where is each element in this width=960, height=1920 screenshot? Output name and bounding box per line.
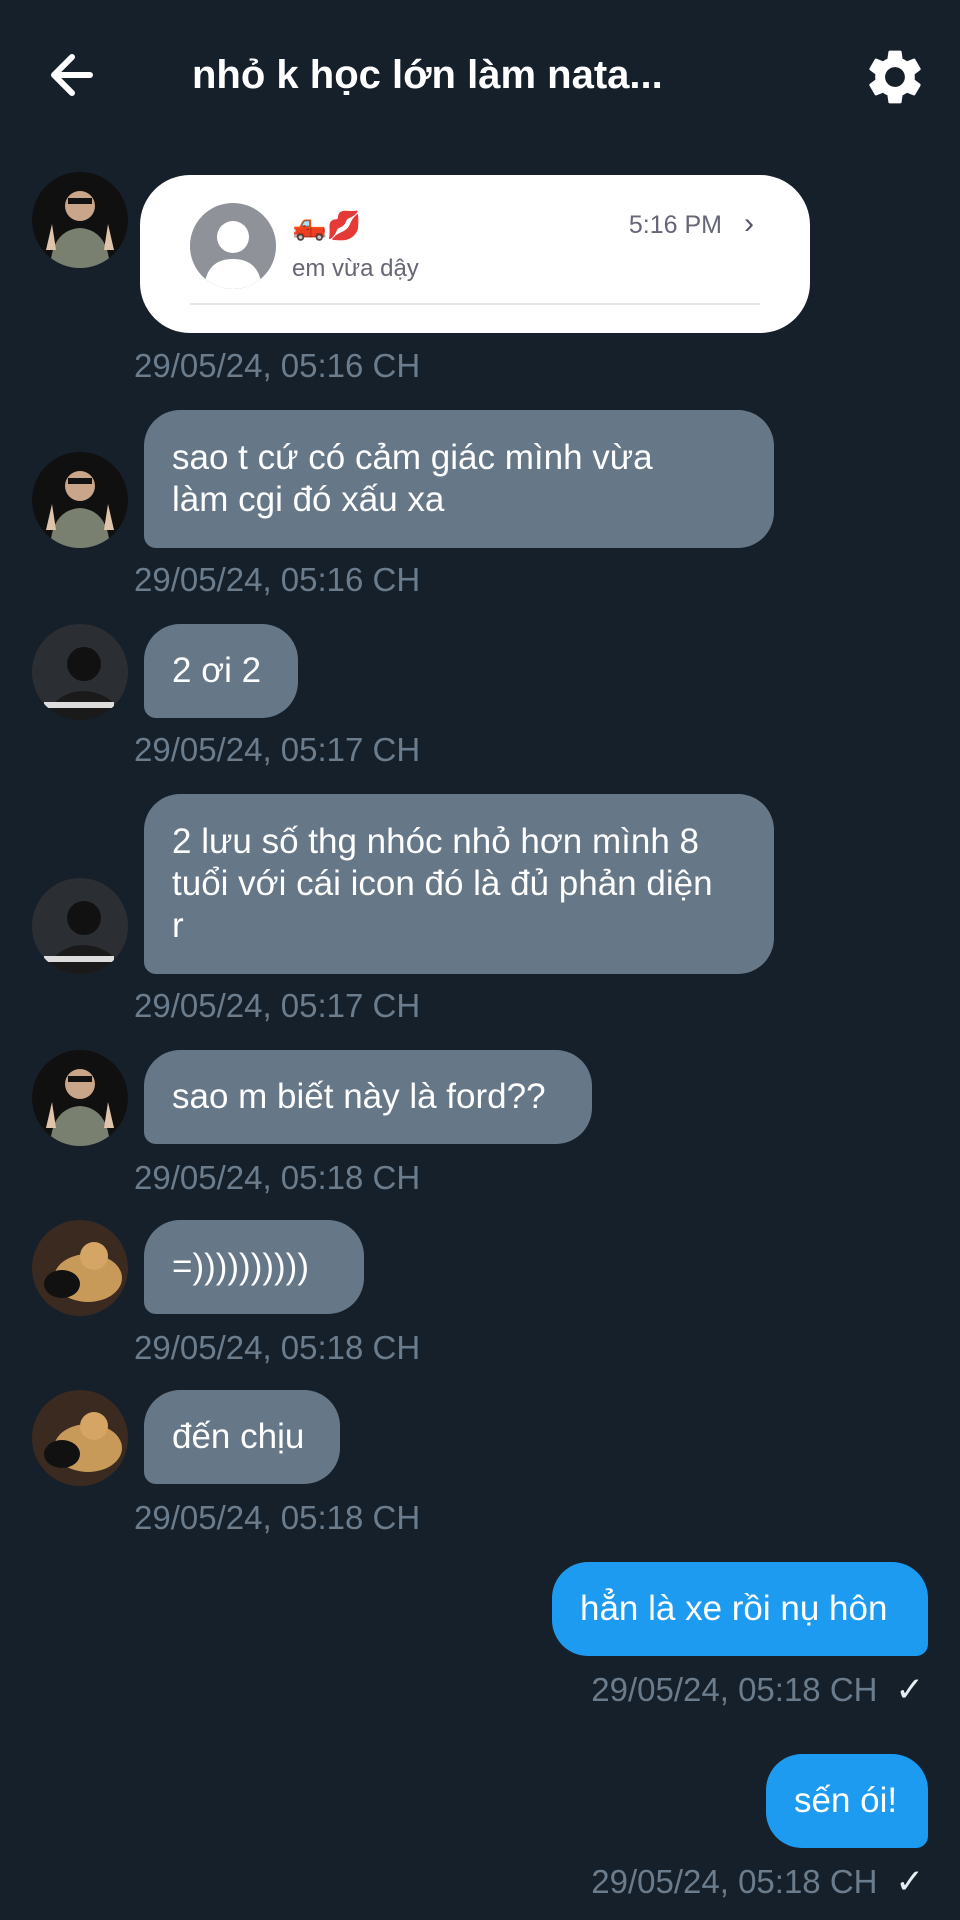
message-bubble[interactable]: =))))))))))	[144, 1220, 364, 1314]
contact-avatar[interactable]	[32, 1220, 128, 1316]
message-bubble[interactable]: đến chịu	[144, 1390, 340, 1484]
contact-avatar[interactable]	[32, 878, 128, 974]
message-timestamp: 29/05/24, 05:18 CH	[134, 1159, 421, 1196]
back-button[interactable]	[40, 40, 110, 110]
conversation-title[interactable]: nhỏ k học lớn làm nata...	[192, 48, 712, 102]
shared-contact-card[interactable]: 🛻💋 em vừa dậy 5:16 PM ›	[140, 175, 810, 333]
message-bubble[interactable]: sao t cứ có cảm giác mình vừa làm cgi đó…	[144, 410, 774, 548]
contact-avatar[interactable]	[32, 172, 128, 268]
message-timestamp: 29/05/24, 05:16 CH	[134, 561, 421, 598]
message-timestamp: 29/05/24, 05:17 CH	[134, 731, 421, 768]
card-name: 🛻💋	[292, 210, 362, 241]
message-timestamp: 29/05/24, 05:16 CH	[134, 347, 421, 384]
card-preview-text: em vừa dậy	[292, 255, 419, 282]
chevron-right-icon: ›	[744, 207, 754, 240]
arrow-left-icon	[51, 54, 93, 96]
chat-header: nhỏ k học lớn làm nata...	[0, 0, 960, 150]
message-text: sao t cứ có cảm giác mình vừa làm cgi đó…	[172, 438, 653, 519]
message-timestamp: 29/05/24, 05:18 CH ✓	[591, 1670, 924, 1710]
contact-avatar[interactable]	[32, 1390, 128, 1486]
message-text: 2 ơi 2	[172, 651, 262, 690]
message-bubble-outgoing[interactable]: sến ói!	[766, 1754, 928, 1848]
message-timestamp: 29/05/24, 05:18 CH	[134, 1329, 421, 1366]
read-check-icon: ✓	[895, 1671, 925, 1709]
message-bubble-outgoing[interactable]: hẳn là xe rồi nụ hôn	[552, 1562, 928, 1656]
message-timestamp: 29/05/24, 05:18 CH	[134, 1499, 421, 1536]
default-avatar-icon	[190, 203, 276, 289]
message-bubble[interactable]: 2 lưu số thg nhóc nhỏ hơn mình 8 tuổi vớ…	[144, 794, 774, 974]
message-text: sao m biết này là ford??	[172, 1077, 546, 1116]
card-time: 5:16 PM	[628, 211, 722, 239]
message-text: đến chịu	[172, 1417, 305, 1456]
message-timestamp: 29/05/24, 05:17 CH	[134, 987, 421, 1024]
message-text: 2 lưu số thg nhóc nhỏ hơn mình 8 tuổi vớ…	[172, 822, 713, 945]
message-bubble[interactable]: 2 ơi 2	[144, 624, 298, 718]
gear-icon	[869, 50, 921, 104]
message-text: =))))))))))	[172, 1247, 309, 1286]
message-text: hẳn là xe rồi nụ hôn	[580, 1589, 888, 1628]
contact-avatar[interactable]	[32, 452, 128, 548]
card-content: 🛻💋 em vừa dậy 5:16 PM ›	[190, 203, 760, 305]
read-check-icon: ✓	[895, 1863, 925, 1901]
settings-button[interactable]	[862, 44, 928, 110]
timestamp-text: 29/05/24, 05:18 CH	[591, 1671, 878, 1708]
message-timestamp: 29/05/24, 05:18 CH ✓	[591, 1862, 924, 1902]
contact-avatar[interactable]	[32, 1050, 128, 1146]
contact-avatar[interactable]	[32, 624, 128, 720]
message-bubble[interactable]: sao m biết này là ford??	[144, 1050, 592, 1144]
timestamp-text: 29/05/24, 05:18 CH	[591, 1863, 878, 1900]
message-text: sến ói!	[794, 1781, 898, 1820]
